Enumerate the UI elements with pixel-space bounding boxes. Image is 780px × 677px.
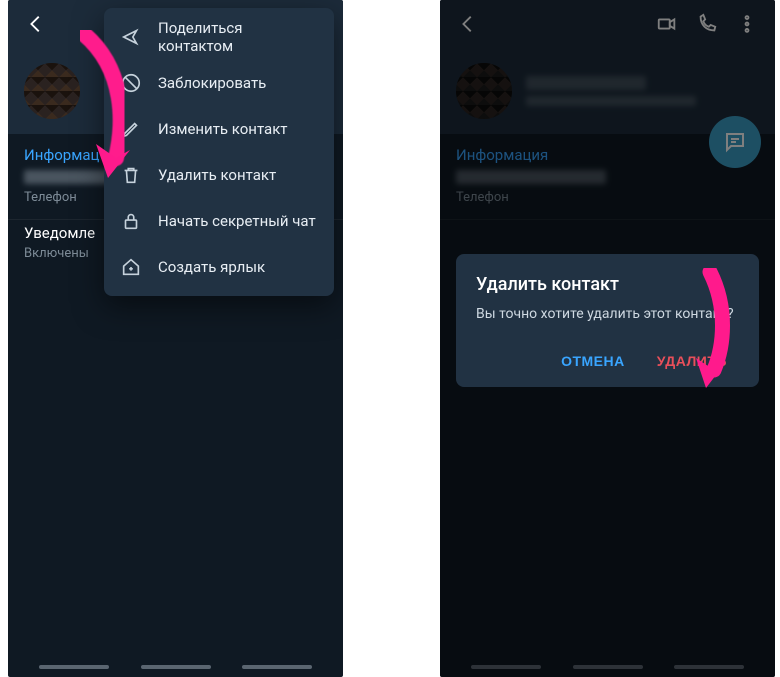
phone-left: Информац Телефон Уведомле Включены Подел… [8, 0, 343, 677]
menu-secret-label: Начать секретный чат [158, 212, 316, 230]
nav-bar [8, 665, 343, 669]
menu-edit-label: Изменить контакт [158, 120, 288, 138]
nav-pill[interactable] [39, 665, 109, 669]
annotation-arrow [66, 30, 146, 190]
dialog-cancel-button[interactable]: ОТМЕНА [549, 343, 637, 379]
nav-pill[interactable] [242, 665, 312, 669]
arrow-left-icon [25, 13, 47, 35]
menu-block-label: Заблокировать [158, 74, 266, 92]
menu-shortcut-label: Создать ярлык [158, 258, 265, 276]
nav-pill[interactable] [141, 665, 211, 669]
menu-secret-chat[interactable]: Начать секретный чат [104, 198, 334, 244]
back-button[interactable] [16, 0, 56, 48]
phone-right: Информация Телефон Удалить контакт Вы то… [440, 0, 775, 677]
menu-delete-label: Удалить контакт [158, 166, 276, 184]
menu-share-label: Поделиться контактом [158, 19, 318, 55]
annotation-arrow [680, 268, 740, 398]
lock-icon [120, 210, 142, 232]
menu-create-shortcut[interactable]: Создать ярлык [104, 244, 334, 290]
home-plus-icon [120, 256, 142, 278]
